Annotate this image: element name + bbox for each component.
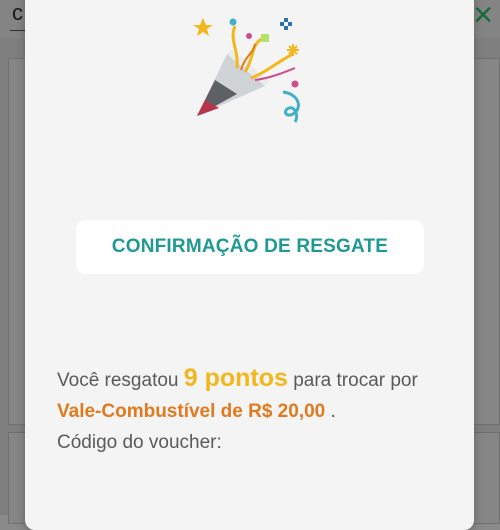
message-middle: para trocar por (287, 370, 418, 391)
message-suffix: . (325, 401, 336, 422)
voucher-label: Código do voucher: (57, 432, 222, 453)
product-name: Vale-Combustível de R$ 20,00 (57, 401, 326, 422)
modal-title: CONFIRMAÇÃO DE RESGATE (111, 236, 389, 257)
message-prefix: Você resgatou (57, 370, 184, 391)
redemption-confirmation-modal: CONFIRMAÇÃO DE RESGATE Você resgatou 9 p… (25, 0, 474, 530)
party-popper-icon (193, 18, 300, 123)
close-icon[interactable]: ✕ (472, 2, 494, 28)
modal-title-box: CONFIRMAÇÃO DE RESGATE (76, 220, 424, 274)
background-title: c (12, 0, 23, 25)
background-input-underline (10, 30, 26, 31)
redemption-message: Você resgatou 9 pontos para trocar por V… (57, 363, 457, 458)
points-value: 9 pontos (183, 364, 288, 392)
